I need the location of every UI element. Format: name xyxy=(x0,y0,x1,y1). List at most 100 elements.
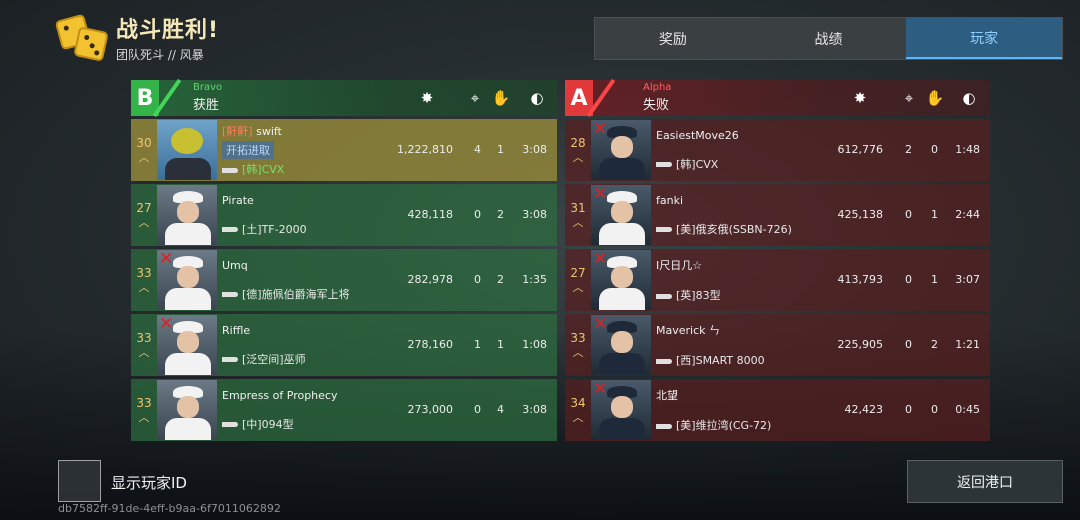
rank-chevron-icon: ︿ xyxy=(572,281,584,294)
team-result: 失败 xyxy=(643,98,670,113)
damage-icon: ✸ xyxy=(853,89,867,107)
damage-value: 225,905 xyxy=(837,338,884,351)
team-bravo-header: B Bravo 获胜 ✸ ⌖ ✋ ◐ xyxy=(131,80,557,116)
team-slash-decor xyxy=(159,80,189,116)
rank-chevron-icon: ︿ xyxy=(138,216,150,229)
damage-icon: ✸ xyxy=(420,89,434,107)
kills-value: 0 xyxy=(905,403,912,416)
ship-class-icon xyxy=(656,162,672,167)
clan-tag: [鼾鼾] xyxy=(222,125,253,138)
rank-chevron-icon: ︿ xyxy=(138,151,150,164)
ship-name-line: [中]094型 xyxy=(222,416,392,432)
assists-value: 1 xyxy=(931,273,938,286)
stat-header-icons: ✸ xyxy=(417,88,437,108)
ship-class-icon xyxy=(222,292,238,297)
page-title: 战斗胜利! xyxy=(116,18,220,43)
player-info: Pirate [土]TF-2000 xyxy=(222,194,392,237)
player-name-line: [鼾鼾] swift xyxy=(222,123,392,139)
crosshair-icon: ⌖ xyxy=(904,89,914,107)
ship-name: [泛空间]巫师 xyxy=(242,352,306,366)
tab-record[interactable]: 战绩 xyxy=(751,18,907,59)
survival-time-value: 3:08 xyxy=(522,143,547,156)
rank-chevron-icon: ︿ xyxy=(138,281,150,294)
player-name: Maverick ㄣ xyxy=(656,324,721,337)
player-row[interactable]: 33 ︿ ✕ Umq [德]施佩伯爵海军上将 282,978 0 2 1:35 xyxy=(131,249,557,311)
player-row[interactable]: 30 ︿ [鼾鼾] swift 开拓进取 [韩]CVX 1,222,810 4 1 3:08 xyxy=(131,119,557,181)
rank-chevron-icon: ︿ xyxy=(138,346,150,359)
player-row[interactable]: 33 ︿ Empress of Prophecy [中]094型 273,000 0 4 3:… xyxy=(131,379,557,441)
team-alpha-panel: A Alpha 失败 ✸ ⌖ ✋ ◐ 28 ︿ ✕ EasiestMove26 [韩]C… xyxy=(565,80,990,444)
player-name: Empress of Prophecy xyxy=(222,388,338,402)
damage-value: 282,978 xyxy=(407,273,454,286)
level-badge: 34 ︿ xyxy=(565,379,591,441)
level-badge: 33 ︿ xyxy=(565,314,591,376)
ship-name-line: [英]83型 xyxy=(656,287,826,303)
player-info: Umq [德]施佩伯爵海军上将 xyxy=(222,259,392,302)
player-info: EasiestMove26 [韩]CVX xyxy=(656,129,826,172)
level-badge: 33 ︿ xyxy=(131,379,157,441)
player-level: 27 xyxy=(570,266,586,280)
player-name: Riffle xyxy=(222,323,251,337)
ship-name: [美]俄亥俄(SSBN-726) xyxy=(676,222,792,236)
survival-time-value: 1:08 xyxy=(522,338,547,351)
avatar xyxy=(157,185,217,245)
rank-chevron-icon: ︿ xyxy=(572,151,584,164)
ship-name-line: [西]SMART 8000 xyxy=(656,352,826,368)
player-row[interactable]: 33 ︿ ✕ Riffle [泛空间]巫师 278,160 1 1 1:08 xyxy=(131,314,557,376)
ship-name: [中]094型 xyxy=(242,417,294,431)
player-name: I尺日几☆ xyxy=(656,259,703,272)
team-alpha-header: A Alpha 失败 ✸ ⌖ ✋ ◐ xyxy=(565,80,990,116)
damage-value: 278,160 xyxy=(407,338,454,351)
player-name: fanki xyxy=(656,193,684,207)
player-name: Pirate xyxy=(222,193,254,207)
assists-value: 1 xyxy=(497,338,504,351)
return-to-port-button[interactable]: 返回港口 xyxy=(907,460,1063,503)
ship-class-icon xyxy=(222,422,238,427)
survival-time-value: 1:21 xyxy=(955,338,980,351)
ship-class-icon xyxy=(656,358,672,364)
damage-value: 42,423 xyxy=(844,403,884,416)
player-name: swift xyxy=(256,125,282,138)
player-row[interactable]: 27 ︿ Pirate [土]TF-2000 428,118 0 2 3:08 xyxy=(131,184,557,246)
tab-bar: 奖励 战绩 玩家 xyxy=(594,17,1063,60)
ship-class-icon xyxy=(656,227,672,232)
player-level: 33 xyxy=(136,396,152,410)
ship-name: [西]SMART 8000 xyxy=(676,354,765,367)
kills-value: 4 xyxy=(474,143,481,156)
ship-name-line: [韩]CVX xyxy=(222,161,392,177)
player-row[interactable]: 33 ︿ ✕ Maverick ㄣ [西]SMART 8000 225,905 0 2 1:21 xyxy=(565,314,990,376)
kills-value: 2 xyxy=(905,143,912,156)
tab-players[interactable]: 玩家 xyxy=(906,18,1063,59)
player-info: 北望 [美]维拉湾(CG-72) xyxy=(656,387,826,433)
player-level: 31 xyxy=(570,201,586,215)
player-row[interactable]: 31 ︿ ✕ fanki [美]俄亥俄(SSBN-726) 425,138 0 1 2:44 xyxy=(565,184,990,246)
player-name: Umq xyxy=(222,258,248,272)
assists-value: 2 xyxy=(931,338,938,351)
team-bravo-panel: B Bravo 获胜 ✸ ⌖ ✋ ◐ 30 ︿ [鼾鼾] swift 开拓进取 [韩]C… xyxy=(131,80,557,444)
level-badge: 31 ︿ xyxy=(565,184,591,246)
player-row[interactable]: 34 ︿ ✕ 北望 [美]维拉湾(CG-72) 42,423 0 0 0:45 xyxy=(565,379,990,441)
ship-class-icon xyxy=(222,357,238,362)
survival-time-value: 3:07 xyxy=(955,273,980,286)
ship-class-icon xyxy=(656,423,672,429)
player-row[interactable]: 28 ︿ ✕ EasiestMove26 [韩]CVX 612,776 2 0 1:48 xyxy=(565,119,990,181)
damage-value: 413,793 xyxy=(837,273,884,286)
player-name: 北望 xyxy=(656,389,678,402)
damage-value: 273,000 xyxy=(407,403,454,416)
kills-value: 0 xyxy=(474,403,481,416)
player-level: 27 xyxy=(136,201,152,215)
avatar xyxy=(157,120,217,180)
player-row[interactable]: 27 ︿ ✕ I尺日几☆ [英]83型 413,793 0 1 3:07 xyxy=(565,249,990,311)
tab-rewards[interactable]: 奖励 xyxy=(595,18,751,59)
player-level: 34 xyxy=(570,396,586,410)
ship-name: [土]TF-2000 xyxy=(242,222,307,236)
dice-icon xyxy=(54,13,110,63)
player-level: 33 xyxy=(570,331,586,345)
level-badge: 27 ︿ xyxy=(565,249,591,311)
show-id-checkbox[interactable] xyxy=(58,460,101,502)
kills-value: 0 xyxy=(474,273,481,286)
match-id: db7582ff-91de-4eff-b9aa-6f7011062892 xyxy=(58,502,281,515)
kills-value: 0 xyxy=(905,273,912,286)
player-level: 33 xyxy=(136,331,152,345)
ship-name: [英]83型 xyxy=(676,289,721,302)
